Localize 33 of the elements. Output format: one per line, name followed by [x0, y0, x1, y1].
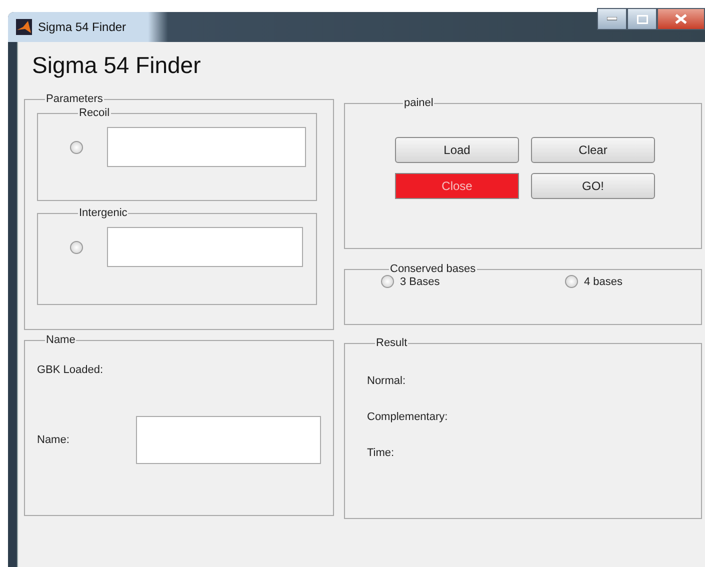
maximize-icon — [636, 14, 648, 24]
panel-title: Result — [375, 337, 408, 349]
minimize-button[interactable] — [597, 8, 627, 30]
result-label: Normal: — [367, 375, 407, 387]
app-heading: Sigma 54 Finder — [32, 52, 202, 79]
radio-button[interactable] — [381, 275, 394, 288]
result-label: Complementary: — [367, 411, 449, 423]
maximize-button[interactable] — [627, 8, 657, 30]
close-icon — [675, 14, 687, 24]
group-title: Intergenic — [78, 207, 128, 219]
action-button[interactable]: Clear — [531, 137, 655, 163]
radio-label: 4 bases — [584, 276, 623, 288]
action-button[interactable]: Load — [395, 137, 519, 163]
close-button[interactable] — [657, 8, 705, 30]
radio-button[interactable] — [565, 275, 578, 288]
window-title: Sigma 54 Finder — [38, 20, 126, 34]
group-title: Recoil — [78, 107, 111, 119]
minimize-icon — [607, 17, 617, 21]
name-field[interactable] — [136, 416, 321, 464]
radio-button[interactable] — [70, 140, 83, 154]
name-label: Name: — [37, 434, 70, 446]
input-field[interactable] — [107, 227, 303, 267]
result-label: Time: — [367, 447, 396, 459]
panel-title: Name — [45, 334, 76, 346]
radio-label: 3 Bases — [400, 276, 440, 288]
app-logo-icon — [16, 19, 32, 35]
input-field[interactable] — [106, 127, 306, 167]
panel-title: painel — [403, 97, 434, 109]
radio-button[interactable] — [70, 240, 83, 254]
action-button[interactable]: GO! — [531, 173, 655, 199]
gbk-loaded-label: GBK Loaded: — [37, 364, 104, 376]
panel-title: Conserved bases — [389, 263, 477, 275]
panel-title: Parameters — [45, 93, 104, 105]
